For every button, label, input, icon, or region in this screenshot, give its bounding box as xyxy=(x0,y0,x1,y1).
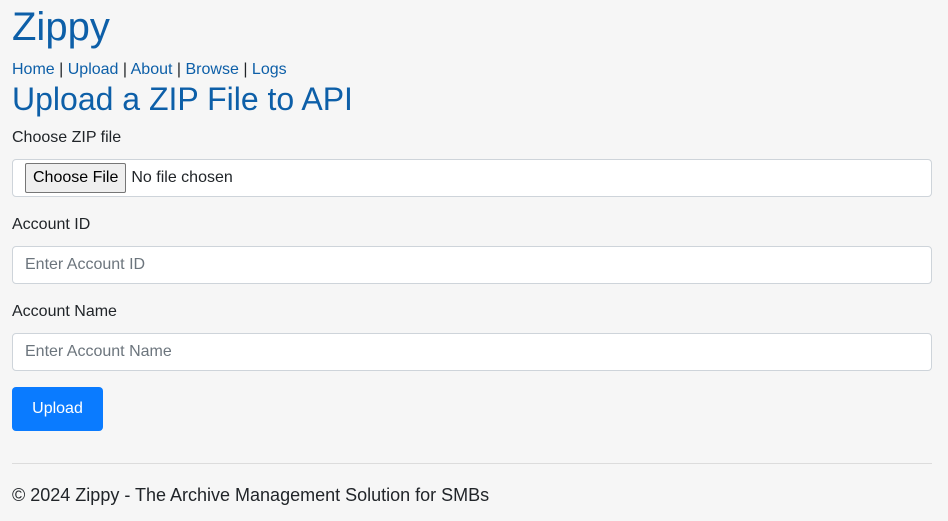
site-title: Zippy xyxy=(12,5,110,49)
zip-file-label: Choose ZIP file xyxy=(12,129,122,146)
nav-separator: | xyxy=(243,61,252,78)
nav-link-about[interactable]: About xyxy=(131,61,173,78)
footer-text: © 2024 Zippy - The Archive Management So… xyxy=(12,485,490,505)
footer-divider xyxy=(12,463,932,464)
page: Zippy Home | Upload | About | Browse | L… xyxy=(0,0,948,506)
upload-form: Choose ZIP file Choose File No file chos… xyxy=(12,128,936,431)
account-name-input[interactable] xyxy=(12,333,932,371)
nav-separator: | xyxy=(176,61,186,78)
account-id-input[interactable] xyxy=(12,246,932,284)
upload-button[interactable]: Upload xyxy=(12,387,103,431)
account-name-label: Account Name xyxy=(12,303,117,320)
nav-link-home[interactable]: Home xyxy=(12,61,55,78)
choose-file-button[interactable]: Choose File xyxy=(25,163,127,193)
nav-link-browse[interactable]: Browse xyxy=(186,61,239,78)
nav-separator: | xyxy=(59,61,68,78)
zip-file-input[interactable]: Choose File No file chosen xyxy=(12,159,932,197)
nav-bar: Home | Upload | About | Browse | Logs xyxy=(12,60,936,80)
nav-link-logs[interactable]: Logs xyxy=(252,61,287,78)
page-heading: Upload a ZIP File to API xyxy=(12,81,353,117)
file-status-text: No file chosen xyxy=(131,169,233,186)
nav-link-upload[interactable]: Upload xyxy=(68,61,119,78)
account-id-label: Account ID xyxy=(12,216,91,233)
nav-separator: | xyxy=(122,61,131,78)
